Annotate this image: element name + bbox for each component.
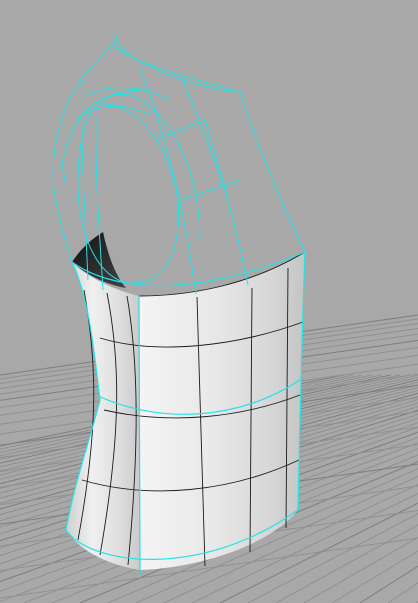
viewport-canvas[interactable] bbox=[0, 0, 418, 603]
grid-line bbox=[331, 550, 418, 603]
perspective-viewport[interactable] bbox=[0, 0, 418, 603]
